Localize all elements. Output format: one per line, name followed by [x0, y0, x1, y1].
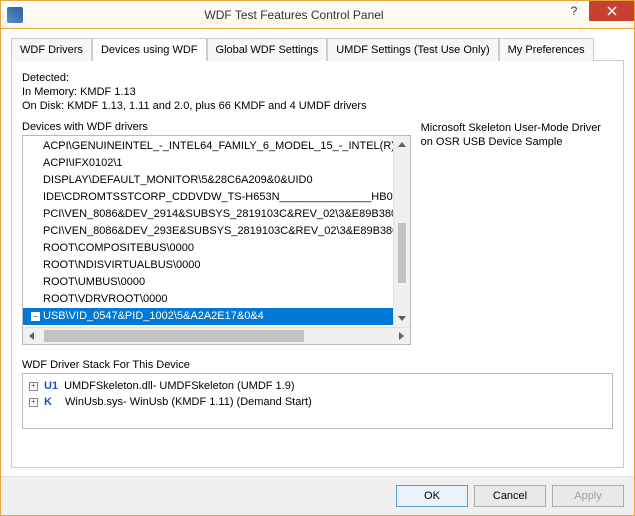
list-item[interactable]: ACPI\GENUINEINTEL_-_INTEL64_FAMILY_6_MOD… [23, 138, 410, 155]
tab-global-wdf-settings[interactable]: Global WDF Settings [207, 38, 328, 61]
scroll-down-icon[interactable] [394, 310, 410, 327]
plus-icon[interactable]: + [29, 382, 38, 391]
list-item[interactable]: IDE\CDROMTSSTCORP_CDDVDW_TS-H653N_______… [23, 189, 410, 206]
scroll-left-icon[interactable] [23, 328, 40, 344]
horizontal-scrollbar[interactable] [23, 327, 410, 344]
titlebar: WDF Test Features Control Panel ? [1, 1, 634, 29]
apply-button[interactable]: Apply [552, 485, 624, 507]
dialog-buttons: OK Cancel Apply [1, 476, 634, 515]
devices-listbox[interactable]: ACPI\GENUINEINTEL_-_INTEL64_FAMILY_6_MOD… [22, 135, 411, 345]
list-item[interactable]: ROOT\VDRVROOT\0000 [23, 291, 410, 308]
detected-label: Detected: [22, 71, 613, 85]
list-item[interactable]: ROOT\NDISVIRTUALBUS\0000 [23, 257, 410, 274]
scroll-right-icon[interactable] [393, 328, 410, 344]
stack-label: WDF Driver Stack For This Device [22, 359, 613, 371]
stack-row[interactable]: + U1 UMDFSkeleton.dll- UMDFSkeleton (UMD… [29, 378, 606, 394]
list-item[interactable]: ROOT\UMBUS\0000 [23, 274, 410, 291]
tab-my-preferences[interactable]: My Preferences [499, 38, 594, 61]
detected-disk: On Disk: KMDF 1.13, 1.11 and 2.0, plus 6… [22, 99, 613, 113]
selected-text: USB\VID_0547&PID_1002\5&A2A2E17&0&4 [43, 308, 264, 325]
collapse-icon[interactable]: − [31, 312, 40, 321]
ok-button[interactable]: OK [396, 485, 468, 507]
scroll-up-icon[interactable] [394, 136, 410, 153]
device-description: Microsoft Skeleton User-Mode Driver on O… [421, 121, 613, 345]
list-item[interactable]: ACPI\IFX0102\1 [23, 155, 410, 172]
list-item[interactable]: DISPLAY\DEFAULT_MONITOR\5&28C6A209&0&UID… [23, 172, 410, 189]
detected-memory: In Memory: KMDF 1.13 [22, 85, 613, 99]
close-button[interactable] [589, 1, 634, 21]
cancel-button[interactable]: Cancel [474, 485, 546, 507]
driver-stack-listbox[interactable]: + U1 UMDFSkeleton.dll- UMDFSkeleton (UMD… [22, 373, 613, 429]
tab-content: Detected: In Memory: KMDF 1.13 On Disk: … [11, 61, 624, 468]
scroll-thumb[interactable] [44, 330, 304, 342]
tab-devices-using-wdf[interactable]: Devices using WDF [92, 38, 207, 61]
badge-u1: U1 [44, 378, 58, 394]
app-icon [7, 7, 23, 23]
stack-text: UMDFSkeleton.dll- UMDFSkeleton (UMDF 1.9… [64, 378, 294, 394]
close-icon [607, 6, 617, 16]
badge-k: K [44, 394, 59, 410]
detected-block: Detected: In Memory: KMDF 1.13 On Disk: … [22, 71, 613, 113]
list-item[interactable]: PCI\VEN_8086&DEV_293E&SUBSYS_2819103C&RE… [23, 223, 410, 240]
help-button[interactable]: ? [559, 1, 589, 21]
window-title: WDF Test Features Control Panel [29, 8, 559, 22]
tab-wdf-drivers[interactable]: WDF Drivers [11, 38, 92, 61]
vertical-scrollbar[interactable] [393, 136, 410, 327]
stack-text: WinUsb.sys- WinUsb (KMDF 1.11) (Demand S… [65, 394, 312, 410]
scroll-thumb[interactable] [398, 223, 406, 283]
tab-umdf-settings[interactable]: UMDF Settings (Test Use Only) [327, 38, 498, 61]
list-item[interactable]: PCI\VEN_8086&DEV_2914&SUBSYS_2819103C&RE… [23, 206, 410, 223]
list-item-selected[interactable]: − USB\VID_0547&PID_1002\5&A2A2E17&0&4 [23, 308, 410, 325]
list-item[interactable]: ROOT\COMPOSITEBUS\0000 [23, 240, 410, 257]
stack-row[interactable]: + K WinUsb.sys- WinUsb (KMDF 1.11) (Dema… [29, 394, 606, 410]
tab-bar: WDF Drivers Devices using WDF Global WDF… [11, 37, 624, 61]
plus-icon[interactable]: + [29, 398, 38, 407]
devices-label: Devices with WDF drivers [22, 121, 411, 133]
